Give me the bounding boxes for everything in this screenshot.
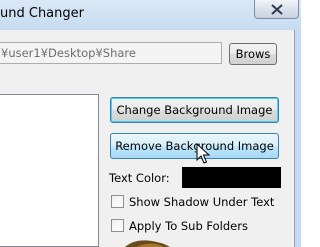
remove-background-button[interactable]: Remove Background Image <box>110 133 279 159</box>
change-background-button[interactable]: Change Background Image <box>110 97 279 123</box>
window-frame-edge <box>294 30 301 247</box>
folder-image-icon <box>124 240 170 247</box>
close-icon <box>271 4 283 15</box>
show-shadow-checkbox[interactable] <box>111 195 124 208</box>
title-bar: und Changer <box>0 0 301 30</box>
window-title: und Changer <box>0 6 84 21</box>
folder-path-field[interactable]: ¥user1¥Desktop¥Share <box>0 42 222 64</box>
close-button[interactable] <box>254 0 299 19</box>
preview-panel <box>0 94 99 247</box>
show-shadow-label: Show Shadow Under Text <box>129 195 275 209</box>
apply-sub-folders-label: Apply To Sub Folders <box>129 219 248 233</box>
text-color-label: Text Color: <box>109 171 170 185</box>
app-window: und Changer ¥user1¥Desktop¥Share Brows C… <box>0 0 301 247</box>
text-color-swatch[interactable] <box>182 167 281 188</box>
apply-sub-folders-checkbox[interactable] <box>111 219 124 232</box>
browse-button[interactable]: Brows <box>229 43 277 65</box>
mouse-pointer-icon <box>196 143 210 164</box>
